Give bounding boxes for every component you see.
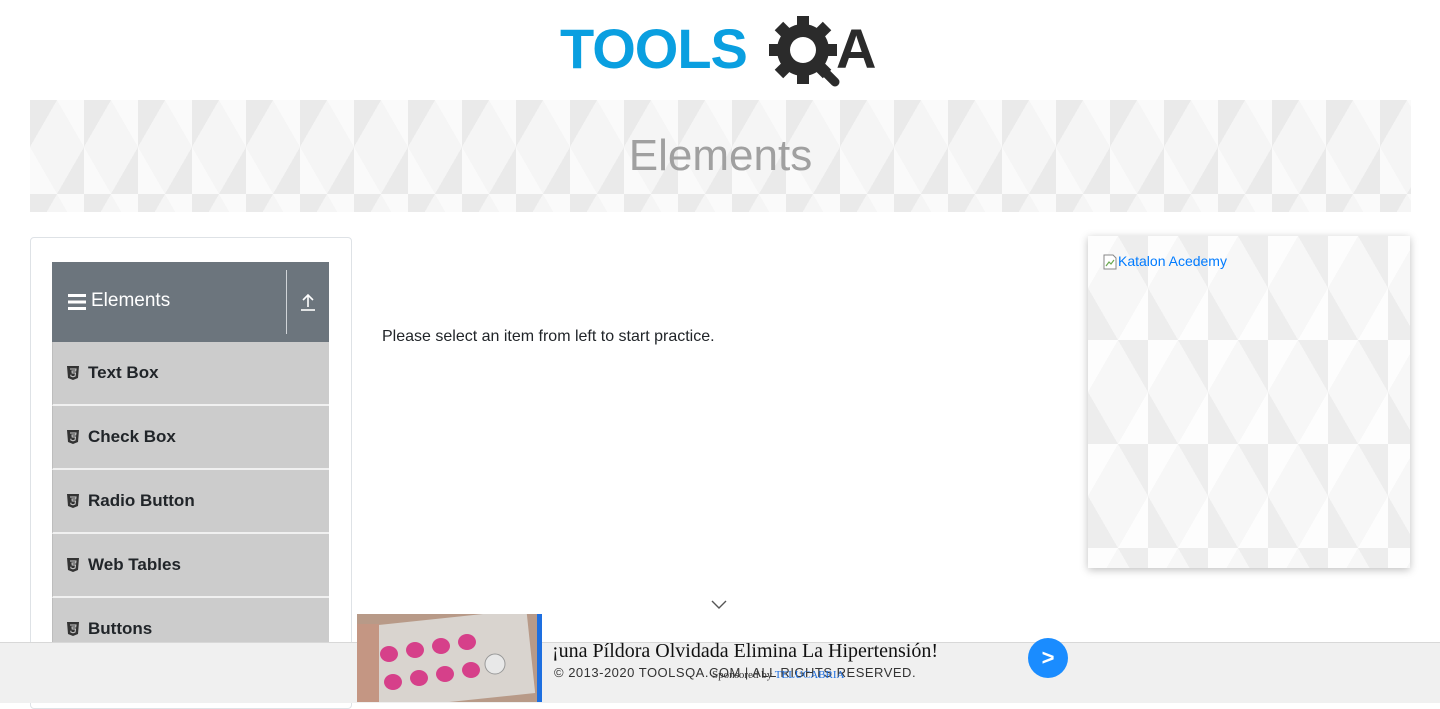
logo-text-a: A xyxy=(836,17,876,80)
ad-sponsor-line: Sponsored by TELUCABRIA xyxy=(712,669,844,681)
sidebar-group-title: Elements xyxy=(91,290,171,311)
html5-icon xyxy=(67,430,79,444)
sidebar-item-label: Buttons xyxy=(88,619,153,638)
sidebar-item-label: Check Box xyxy=(88,427,176,446)
practice-instruction: Please select an item from left to start… xyxy=(382,328,715,345)
gear-magnifier-icon xyxy=(769,16,840,87)
collapse-button[interactable] xyxy=(287,262,329,342)
page-banner: Elements xyxy=(30,100,1411,212)
sidebar-group-header[interactable]: Elements xyxy=(52,262,329,342)
broken-image-icon xyxy=(1103,254,1117,270)
sidebar-item-label: Text Box xyxy=(88,363,159,382)
bottom-ad-image[interactable] xyxy=(357,614,537,702)
sidebar-item-text-box[interactable]: Text Box xyxy=(52,342,329,406)
right-ad-panel[interactable]: Katalon Acedemy xyxy=(1088,236,1410,568)
katalon-ad-link[interactable]: Katalon Acedemy xyxy=(1103,253,1227,270)
sidebar-item-web-tables[interactable]: Web Tables xyxy=(52,534,329,598)
html5-icon xyxy=(67,622,79,636)
sidebar-item-label: Radio Button xyxy=(88,491,195,510)
sidebar-menu: Text Box Check Box Radio Button Web Tabl… xyxy=(52,342,329,662)
sidebar-item-label: Web Tables xyxy=(88,555,181,574)
ad-accent-bar xyxy=(537,614,542,702)
ad-sponsor-name[interactable]: TELUCABRIA xyxy=(775,669,845,681)
sidebar-item-check-box[interactable]: Check Box xyxy=(52,406,329,470)
chevron-down-icon[interactable] xyxy=(711,598,727,610)
ad-headline[interactable]: ¡una Píldora Olvidada Elimina La Hiperte… xyxy=(552,640,938,663)
katalon-ad-alt-text: Katalon Acedemy xyxy=(1118,253,1227,269)
toolsqa-logo[interactable]: TOOLS A xyxy=(560,14,890,94)
html5-icon xyxy=(67,366,79,380)
logo-text-tools: TOOLS xyxy=(560,17,747,80)
page-title: Elements xyxy=(628,131,813,180)
html5-icon xyxy=(67,494,79,508)
upload-arrow-icon xyxy=(301,293,315,311)
html5-icon xyxy=(67,558,79,572)
sidebar-item-radio-button[interactable]: Radio Button xyxy=(52,470,329,534)
sidebar-panel: Elements Text Box Check Box Radio Button… xyxy=(30,237,352,709)
pill-pack-image xyxy=(357,614,537,702)
hamburger-icon xyxy=(68,294,86,310)
ad-sponsor-prefix: Sponsored by xyxy=(712,669,773,681)
ad-go-button[interactable]: > xyxy=(1028,638,1068,678)
